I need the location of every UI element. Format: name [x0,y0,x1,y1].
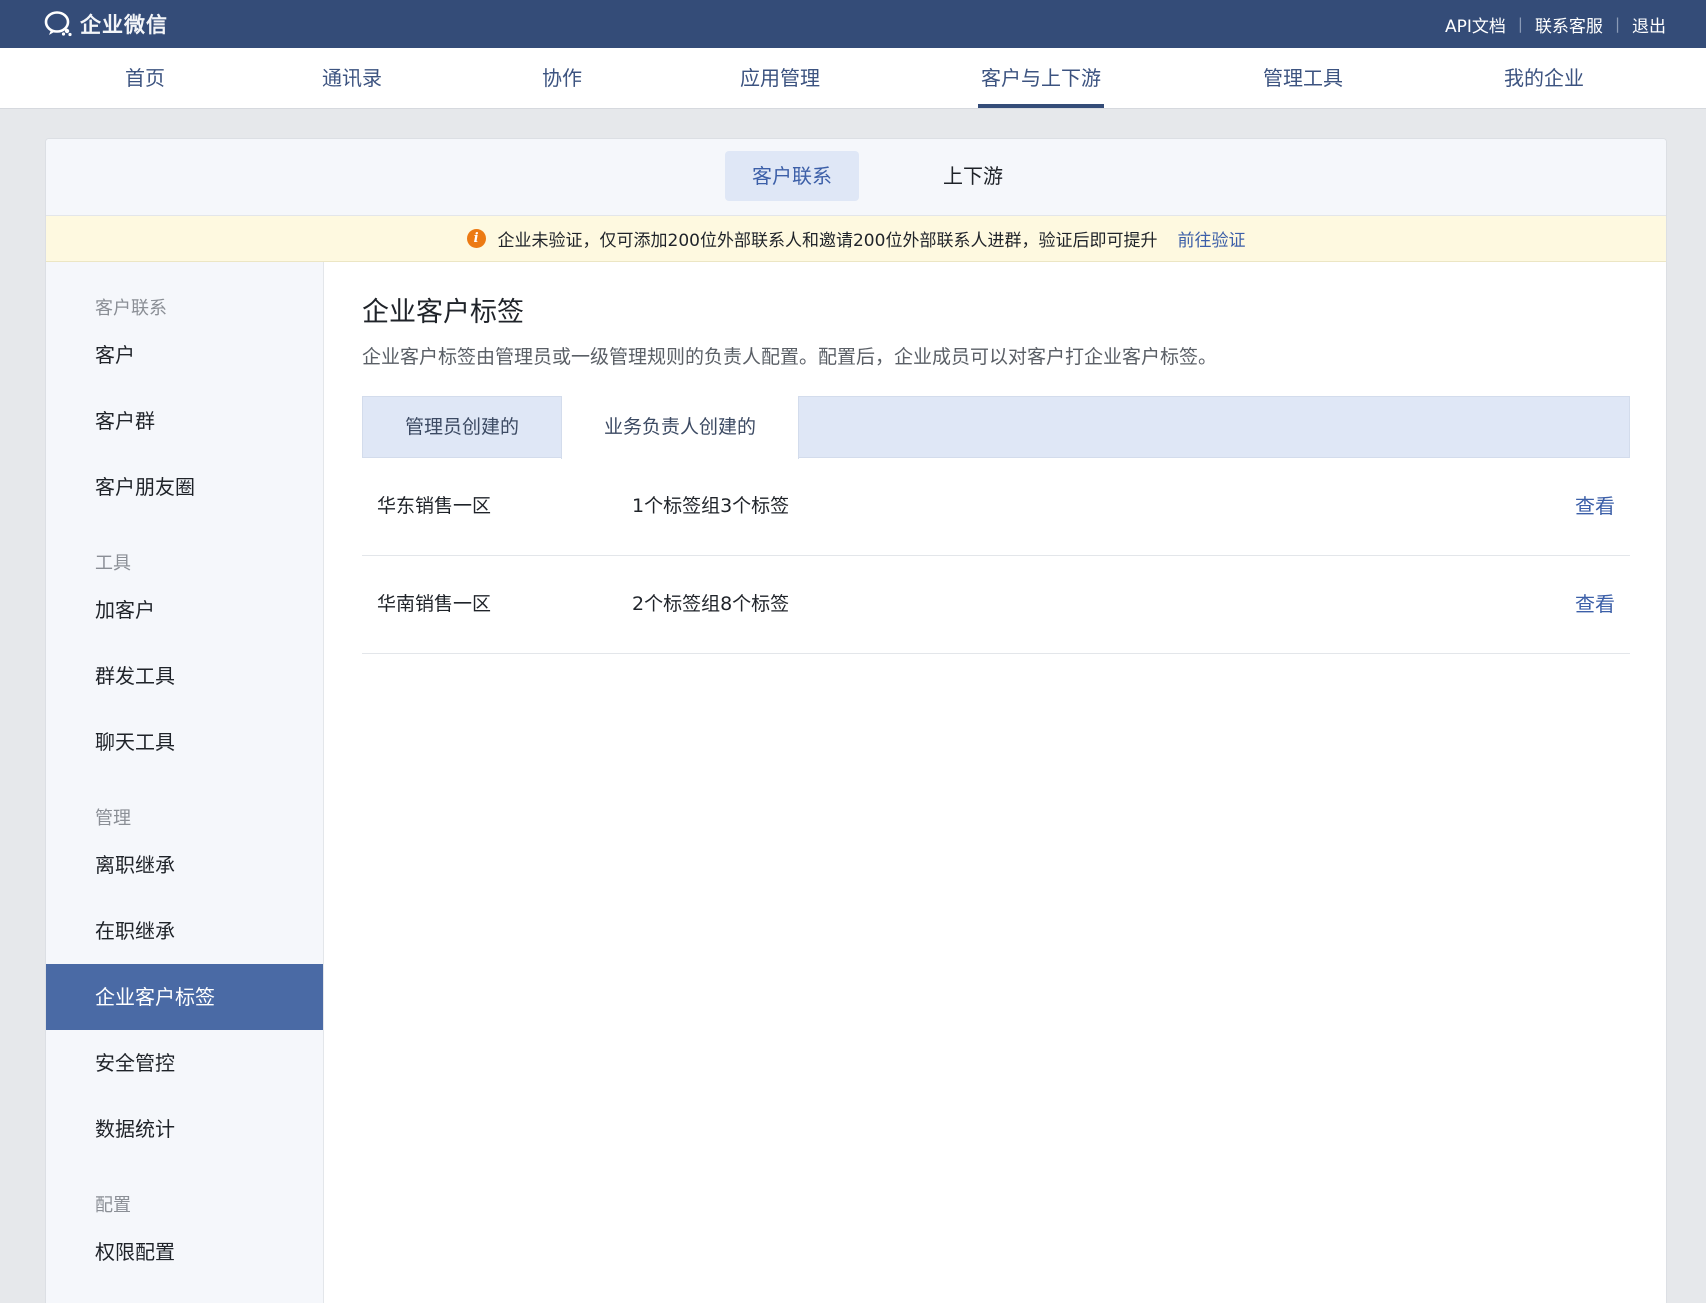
tab-customer-contact[interactable]: 客户联系 [725,151,859,201]
app-logo-text: 企业微信 [80,13,168,37]
nav-admin-tools[interactable]: 管理工具 [1263,48,1343,108]
sidebar-item-security[interactable]: 安全管控 [46,1030,323,1096]
verify-link[interactable]: 前往验证 [1177,226,1245,251]
sidebar-item-moments[interactable]: 客户朋友圈 [46,454,323,520]
sidebar-item-permissions[interactable]: 权限配置 [46,1219,323,1285]
tab-owner-created[interactable]: 业务负责人创建的 [561,396,799,459]
department-name: 华南销售一区 [377,593,492,615]
wecom-logo-icon [44,10,74,38]
sidebar-group-contact: 客户联系 [95,298,167,319]
verification-notice: i 企业未验证，仅可添加200位外部联系人和邀请200位外部联系人进群，验证后即… [46,216,1666,262]
sidebar-group-config: 配置 [95,1195,131,1216]
sidebar-item-resigned-inherit[interactable]: 离职继承 [46,832,323,898]
view-button[interactable]: 查看 [1575,556,1615,653]
nav-collaboration[interactable]: 协作 [542,48,582,108]
top-bar: 企业微信 API文档 | 联系客服 | 退出 [0,0,1706,48]
page-title: 企业客户标签 [362,297,524,328]
sidebar-item-chat-tools[interactable]: 聊天工具 [46,709,323,775]
notice-text: 企业未验证，仅可添加200位外部联系人和邀请200位外部联系人进群，验证后即可提… [497,231,1158,251]
department-name: 华东销售一区 [377,495,492,517]
sidebar-item-customer-groups[interactable]: 客户群 [46,388,323,454]
logout-link[interactable]: 退出 [1632,12,1666,37]
sidebar-item-add-customer[interactable]: 加客户 [46,577,323,643]
nav-customers-upstream[interactable]: 客户与上下游 [978,48,1104,108]
tag-list: 华东销售一区 1个标签组3个标签 查看 华南销售一区 2个标签组8个标签 查看 [362,458,1630,654]
divider: | [1614,15,1620,33]
tag-summary: 2个标签组8个标签 [632,593,790,615]
main-card: 客户联系 上下游 i 企业未验证，仅可添加200位外部联系人和邀请200位外部联… [45,138,1667,1303]
sidebar-item-onjob-inherit[interactable]: 在职继承 [46,898,323,964]
nav-my-enterprise[interactable]: 我的企业 [1504,48,1584,108]
tag-source-tabs: 管理员创建的 业务负责人创建的 [362,396,1630,459]
tab-upstream-downstream[interactable]: 上下游 [916,151,1030,201]
top-links: API文档 | 联系客服 | 退出 [1445,0,1666,48]
sub-tabs: 客户联系 上下游 [46,139,1666,216]
info-icon: i [466,229,486,248]
app-logo[interactable]: 企业微信 [44,10,168,38]
tag-summary: 1个标签组3个标签 [632,495,790,517]
main-nav: 首页 通讯录 协作 应用管理 客户与上下游 管理工具 我的企业 [0,48,1706,109]
contact-support-link[interactable]: 联系客服 [1535,12,1603,37]
sidebar-item-stats[interactable]: 数据统计 [46,1096,323,1162]
nav-app-management[interactable]: 应用管理 [740,48,820,108]
list-item: 华南销售一区 2个标签组8个标签 查看 [362,556,1630,654]
sidebar-item-broadcast[interactable]: 群发工具 [46,643,323,709]
list-item: 华东销售一区 1个标签组3个标签 查看 [362,458,1630,556]
nav-contacts[interactable]: 通讯录 [322,48,382,108]
tab-admin-created[interactable]: 管理员创建的 [363,396,561,458]
sidebar-item-customers[interactable]: 客户 [46,322,323,388]
page-description: 企业客户标签由管理员或一级管理规则的负责人配置。配置后，企业成员可以对客户打企业… [362,346,1218,368]
nav-home[interactable]: 首页 [125,48,165,108]
api-docs-link[interactable]: API文档 [1445,12,1506,37]
sidebar: 客户联系 客户 客户群 客户朋友圈 工具 加客户 群发工具 聊天工具 管理 离职… [46,262,324,1303]
sidebar-group-tools: 工具 [95,553,131,574]
view-button[interactable]: 查看 [1575,458,1615,555]
divider: | [1517,15,1523,33]
sidebar-item-tags[interactable]: 企业客户标签 [46,964,323,1030]
sidebar-group-manage: 管理 [95,808,131,829]
